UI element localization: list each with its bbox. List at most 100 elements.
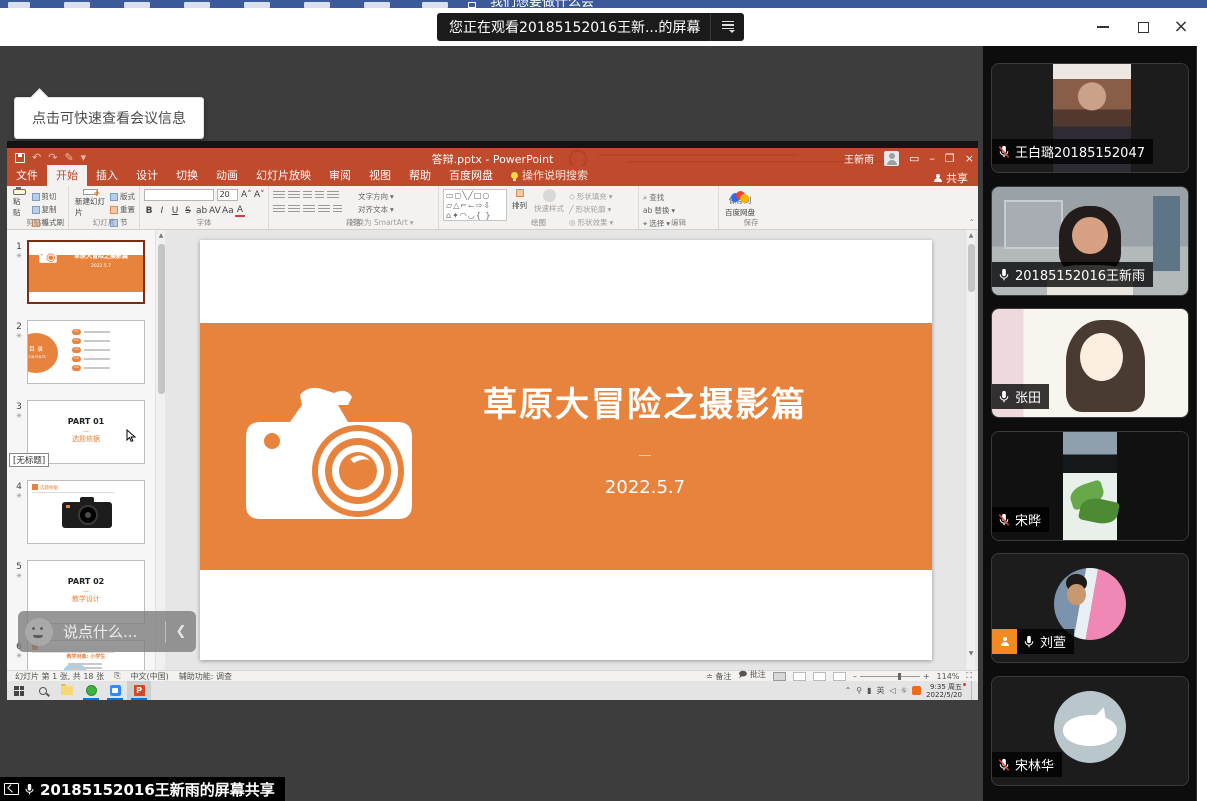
browser-button[interactable] [79,681,103,700]
tray-360-icon[interactable] [912,686,921,695]
decrease-indent-icon[interactable] [303,191,312,200]
text-shadow-button[interactable]: ab [196,206,206,216]
meeting-app-button[interactable] [103,681,127,700]
increase-indent-icon[interactable] [315,191,324,200]
participant-tile[interactable]: 张田 [991,308,1189,418]
shape-outline-button[interactable]: ╱ 形状轮廓 ▾ [569,204,613,215]
tab-animations[interactable]: 动画 [207,165,247,186]
tray-volume-icon[interactable]: ◁ [890,686,896,695]
slide-sorter-button[interactable] [793,672,806,681]
notes-button[interactable]: ≐ 备注 [706,671,731,682]
tab-view[interactable]: 视图 [360,165,400,186]
participant-tile[interactable]: 宋林华 [991,676,1189,786]
taskbar-clock[interactable]: 9:35 周五 2022/5/20 [926,683,966,699]
ppt-restore-icon[interactable]: ❐ [945,153,955,164]
bold-button[interactable]: B [144,206,154,216]
slide-scrollbar[interactable]: ▲ ▼ [965,230,975,670]
collapse-ribbon-icon[interactable]: ⌃ [968,218,975,227]
layout-button[interactable]: 版式 [110,191,135,202]
paste-button[interactable]: 粘贴 [11,189,29,218]
bullets-icon[interactable] [273,191,285,200]
language-indicator[interactable]: 中文(中国) [130,671,168,682]
chat-placeholder[interactable]: 说点什么... [53,621,165,642]
show-desktop-button[interactable] [971,681,974,700]
slide-thumbnail-1[interactable]: 草原大冒险之摄影篇 2022.5.7 [27,240,145,304]
tray-ime-icon[interactable]: 英 [877,685,885,696]
find-button[interactable]: ⌕ 查找 [643,192,675,203]
align-left-icon[interactable] [273,205,285,214]
slideshow-button[interactable] [833,672,846,681]
zoom-level[interactable]: 114% [937,672,960,681]
ppt-account-avatar[interactable] [884,151,899,166]
scroll-down-icon[interactable]: ▼ [966,648,976,660]
participant-tile[interactable]: 20185152016王新雨 [991,186,1189,296]
change-case-icon[interactable]: Aa [222,206,232,216]
scroll-up-icon[interactable]: ▲ [156,230,166,242]
scroll-up-icon[interactable]: ▲ [966,230,976,242]
close-button[interactable]: × [1161,12,1201,42]
banner-menu-icon[interactable] [710,13,744,41]
participant-tile[interactable]: 宋晔 [991,431,1189,541]
shape-fill-button[interactable]: ◇ 形状填充 ▾ [569,191,613,202]
normal-view-button[interactable] [773,672,786,681]
line-spacing-icon[interactable] [327,191,339,200]
strikethrough-button[interactable]: S [183,206,193,216]
participant-tile[interactable]: 刘萱 [991,553,1189,663]
zoom-slider[interactable]: –+ [853,672,930,681]
slide-thumbnail-2[interactable]: 目 录CONTENTS 01 02 03 04 05 [27,320,145,384]
char-spacing-icon[interactable]: AV [209,206,219,216]
tray-expand-icon[interactable]: ⌃ [845,686,852,695]
shrink-font-icon[interactable]: A˅ [254,190,264,200]
tab-slideshow[interactable]: 幻灯片放映 [247,165,320,186]
fit-to-window-icon[interactable]: ⛶ [966,671,972,681]
ppt-minimize-icon[interactable]: – [929,153,935,164]
main-slide[interactable]: 草原大冒险之摄影篇 — 2022.5.7 [200,240,932,660]
slide-thumbnail-4[interactable]: 选题依据 [27,480,145,544]
sidebar-scrollbar-track[interactable] [1196,46,1207,801]
ribbon-display-icon[interactable]: ▭ [909,153,919,164]
align-right-icon[interactable] [303,205,315,214]
text-direction-button[interactable]: 文字方向 ▾ [349,191,414,202]
powerpoint-button[interactable]: P [127,681,151,700]
tab-insert[interactable]: 插入 [87,165,127,186]
font-name-box[interactable] [144,189,214,201]
grow-font-icon[interactable]: A˄ [241,190,251,200]
participant-tile[interactable]: 王白璐20185152047 [991,63,1189,173]
columns-icon[interactable] [333,205,342,214]
chat-quick-input[interactable]: 说点什么... ❮ [18,611,196,652]
tab-review[interactable]: 审阅 [320,165,360,186]
thumbnail-scrollbar[interactable]: ▲ [155,230,165,670]
ppt-share-button[interactable]: 共享 [933,170,968,186]
maximize-button[interactable] [1123,12,1163,42]
cut-button[interactable]: 剪切 [32,191,65,202]
save-to-netdisk-button[interactable]: 保存到 百度网盘 [723,189,757,218]
tell-me-search[interactable]: 操作说明搜索 [502,165,597,186]
align-text-button[interactable]: 对齐文本 ▾ [349,204,414,215]
quick-styles-button[interactable]: 快速样式 [532,189,566,218]
spellcheck-icon[interactable]: ⎘ [114,671,120,681]
new-slide-button[interactable]: 新建幻灯片 [73,189,107,218]
replace-button[interactable]: ab 替换 ▾ [643,205,675,216]
reading-view-button[interactable] [813,672,826,681]
tab-home[interactable]: 开始 [47,165,87,186]
font-color-button[interactable]: A [235,205,245,217]
taskbar-search-button[interactable] [31,681,55,700]
tray-battery-icon[interactable]: ▮ [867,686,871,695]
emoji-icon[interactable] [25,618,53,646]
ppt-close-icon[interactable]: × [965,153,974,164]
tab-transitions[interactable]: 切换 [167,165,207,186]
tray-mic-icon[interactable]: ⚲ [856,686,862,695]
start-button[interactable] [7,681,31,700]
numbering-icon[interactable] [288,191,300,200]
tab-file[interactable]: 文件 [7,165,47,186]
italic-button[interactable]: I [157,206,167,216]
collapse-chat-icon[interactable]: ❮ [166,624,196,639]
tab-help[interactable]: 帮助 [400,165,440,186]
justify-icon[interactable] [318,205,330,214]
watching-banner[interactable]: 您正在观看20185152016王新...的屏幕 [437,13,744,41]
file-explorer-button[interactable] [55,681,79,700]
tray-network-icon[interactable]: ⛗ [901,686,907,696]
tab-design[interactable]: 设计 [127,165,167,186]
accessibility-status[interactable]: 辅助功能: 调查 [179,671,232,682]
underline-button[interactable]: U [170,206,180,216]
